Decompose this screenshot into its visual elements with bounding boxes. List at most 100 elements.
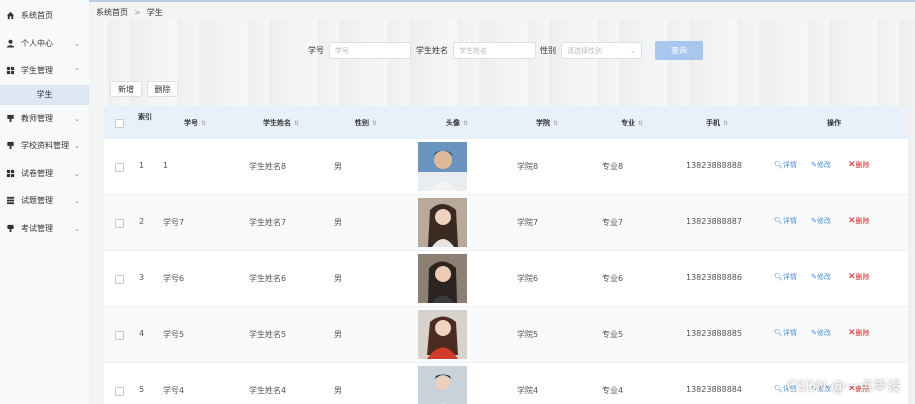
detail-label: 详情: [782, 329, 797, 337]
row-checkbox[interactable]: [115, 387, 124, 396]
edit-button[interactable]: ✎ 修改: [811, 328, 831, 338]
sort-icon[interactable]: ⇅: [294, 120, 299, 127]
search-icon: 🔍︎: [774, 385, 783, 393]
sidebar-item-papers[interactable]: 试卷管理 ⌄: [0, 160, 89, 188]
cell-college: 学院8: [517, 162, 539, 171]
search-name-label: 学生姓名: [416, 46, 448, 55]
header-gender[interactable]: 性别 ⇅: [355, 118, 377, 128]
chevron-down-icon: ⌄: [74, 169, 80, 178]
header-phone[interactable]: 手机 ⇅: [706, 118, 728, 128]
sidebar-item-teachers[interactable]: 教师管理 ⌄: [0, 105, 89, 133]
search-gender-label: 性别: [540, 46, 556, 55]
row-checkbox[interactable]: [115, 275, 124, 284]
sort-icon[interactable]: ⇅: [638, 120, 643, 127]
delete-row-button[interactable]: ✕ 删除: [848, 160, 870, 170]
avatar[interactable]: [418, 310, 467, 359]
cell-phone: 13823888884: [686, 385, 742, 394]
header-college[interactable]: 学院 ⇅: [536, 118, 558, 128]
search-id-group: 学号 学号: [308, 41, 411, 60]
cell-student-id: 学号7: [163, 218, 185, 227]
sidebar-item-school-info[interactable]: 学校资料管理 ⌄: [0, 132, 89, 160]
cell-college: 学院7: [517, 218, 539, 227]
cell-student-id: 学号6: [163, 274, 185, 283]
grid-icon: [6, 169, 15, 178]
sidebar-item-profile[interactable]: 个人中心 ⌄: [0, 30, 89, 58]
sort-icon[interactable]: ⇅: [372, 120, 377, 127]
header-student-name[interactable]: 学生姓名 ⇅: [263, 118, 299, 128]
cell-student-name: 学生姓名7: [249, 218, 287, 227]
delete-label: 删除: [855, 273, 870, 281]
sidebar-subitem-label: 学生: [36, 90, 53, 99]
avatar[interactable]: [418, 366, 467, 404]
detail-button[interactable]: 🔍︎ 详情: [774, 272, 797, 282]
breadcrumb-home[interactable]: 系统首页: [96, 8, 128, 17]
table-header: 索引 学号 ⇅ 学生姓名 ⇅ 性别 ⇅ 头像 ⇅ 学院 ⇅ 专业 ⇅ 手机 ⇅ 操作: [104, 106, 908, 139]
cell-gender: 男: [334, 274, 342, 283]
edit-label: 修改: [816, 273, 831, 281]
detail-button[interactable]: 🔍︎ 详情: [774, 160, 797, 170]
query-button[interactable]: 查询: [655, 41, 703, 60]
delete-row-button[interactable]: ✕ 删除: [848, 328, 870, 338]
main-area: 系统首页 > 学生 学号 学号 学生姓名 学生姓名 性别 请选择性别 ⌄ 查询 新增 …: [89, 0, 915, 404]
cell-phone: 13823888886: [686, 273, 742, 282]
edit-button[interactable]: ✎ 修改: [811, 216, 831, 226]
cell-phone: 13823888887: [686, 217, 742, 226]
exam-icon: [6, 224, 15, 233]
avatar[interactable]: [418, 142, 467, 191]
detail-button[interactable]: 🔍︎ 详情: [774, 216, 797, 226]
chevron-down-icon: ⌄: [74, 224, 80, 233]
row-checkbox[interactable]: [115, 331, 124, 340]
book-icon: [6, 141, 15, 150]
header-avatar[interactable]: 头像 ⇅: [446, 118, 468, 128]
sidebar-item-label: 个人中心: [21, 38, 53, 48]
table-row: 1 1 学生姓名8 男 学院8 专业8 13823888888 🔍︎ 详情 ✎ 修改…: [104, 139, 908, 195]
sidebar-item-exams[interactable]: 考试管理 ⌄: [0, 215, 89, 243]
sidebar-item-questions[interactable]: 试题管理 ⌄: [0, 187, 89, 215]
delete-label: 删除: [855, 217, 870, 225]
chevron-down-icon: ⌄: [74, 39, 80, 48]
query-button-label: 查询: [671, 46, 687, 55]
edit-button[interactable]: ✎ 修改: [811, 272, 831, 282]
sort-icon[interactable]: ⇅: [463, 120, 468, 127]
cell-student-name: 学生姓名5: [249, 330, 287, 339]
sidebar-item-label: 教师管理: [21, 113, 53, 123]
close-icon: ✕: [848, 328, 856, 338]
edit-label: 修改: [816, 329, 831, 337]
search-id-input[interactable]: 学号: [329, 42, 411, 59]
detail-button[interactable]: 🔍︎ 详情: [774, 328, 797, 338]
sidebar-item-label: 学生管理: [21, 66, 53, 76]
row-checkbox[interactable]: [115, 163, 124, 172]
header-major[interactable]: 专业 ⇅: [621, 118, 643, 128]
delete-row-button[interactable]: ✕ 删除: [848, 272, 870, 282]
sort-icon[interactable]: ⇅: [201, 120, 206, 127]
chevron-down-icon: ⌄: [74, 197, 80, 205]
sort-icon[interactable]: ⇅: [723, 120, 728, 127]
edit-button[interactable]: ✎ 修改: [811, 160, 831, 170]
grid-icon: [6, 66, 15, 75]
cell-phone: 13823888888: [686, 161, 742, 170]
cell-index: 2: [139, 217, 145, 226]
avatar[interactable]: [418, 254, 467, 303]
cell-student-id: 学号4: [163, 386, 185, 395]
delete-row-button[interactable]: ✕ 删除: [848, 216, 870, 226]
cell-index: 4: [139, 329, 145, 338]
edit-label: 修改: [816, 161, 831, 169]
delete-label: 删除: [855, 329, 870, 337]
sidebar-item-home[interactable]: 系统首页: [0, 2, 89, 30]
select-all-checkbox[interactable]: [115, 119, 124, 128]
header-student-id[interactable]: 学号 ⇅: [184, 118, 206, 128]
sidebar-subitem-student[interactable]: 学生: [0, 84, 89, 105]
search-icon: 🔍︎: [774, 273, 783, 281]
sidebar-item-students[interactable]: 学生管理 ⌃: [0, 57, 89, 85]
sort-icon[interactable]: ⇅: [553, 120, 558, 127]
search-icon: 🔍︎: [774, 329, 783, 337]
gender-select[interactable]: 请选择性别 ⌄: [561, 42, 642, 59]
avatar[interactable]: [418, 198, 467, 247]
add-button[interactable]: 新增: [110, 81, 142, 97]
cell-student-id: 学号5: [163, 330, 185, 339]
delete-label: 删除: [855, 161, 870, 169]
delete-button[interactable]: 删除: [147, 81, 178, 97]
row-checkbox[interactable]: [115, 219, 124, 228]
search-name-input[interactable]: 学生姓名: [453, 42, 536, 59]
cell-student-name: 学生姓名4: [249, 386, 287, 395]
